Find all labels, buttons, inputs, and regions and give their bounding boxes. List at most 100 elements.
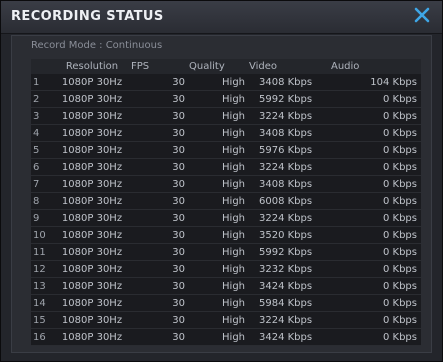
table-row: 2 1080P 30Hz 30 High 5992 Kbps 0 Kbps	[31, 90, 421, 108]
channel-number: 16	[31, 328, 53, 346]
video-bitrate-cell: 5976 Kbps	[249, 141, 331, 159]
channel-number: 4	[31, 124, 53, 142]
resolution-cell: 1080P 30Hz	[53, 294, 131, 312]
column-header-index	[31, 59, 53, 74]
close-icon[interactable]	[411, 4, 433, 26]
table-row: 6 1080P 30Hz 30 High 3224 Kbps 0 Kbps	[31, 158, 421, 176]
table-row: 3 1080P 30Hz 30 High 3224 Kbps 0 Kbps	[31, 107, 421, 125]
audio-bitrate-cell: 0 Kbps	[331, 277, 421, 295]
column-header-video: Video	[249, 59, 331, 74]
table-row: 7 1080P 30Hz 30 High 3408 Kbps 0 Kbps	[31, 175, 421, 193]
channel-number: 13	[31, 277, 53, 295]
quality-cell: High	[189, 260, 249, 278]
fps-cell: 30	[131, 124, 189, 142]
quality-cell: High	[189, 226, 249, 244]
video-bitrate-cell: 3408 Kbps	[249, 175, 331, 193]
fps-cell: 30	[131, 90, 189, 108]
fps-cell: 30	[131, 175, 189, 193]
video-bitrate-cell: 3224 Kbps	[249, 209, 331, 227]
quality-cell: High	[189, 209, 249, 227]
resolution-cell: 1080P 30Hz	[53, 124, 131, 142]
audio-bitrate-cell: 0 Kbps	[331, 311, 421, 329]
fps-cell: 30	[131, 192, 189, 210]
audio-bitrate-cell: 0 Kbps	[331, 209, 421, 227]
table-row: 12 1080P 30Hz 30 High 3232 Kbps 0 Kbps	[31, 260, 421, 278]
table-row: 13 1080P 30Hz 30 High 3424 Kbps 0 Kbps	[31, 277, 421, 295]
resolution-cell: 1080P 30Hz	[53, 209, 131, 227]
audio-bitrate-cell: 0 Kbps	[331, 260, 421, 278]
table-row: 11 1080P 30Hz 30 High 5992 Kbps 0 Kbps	[31, 243, 421, 261]
video-bitrate-cell: 3224 Kbps	[249, 311, 331, 329]
resolution-cell: 1080P 30Hz	[53, 175, 131, 193]
video-bitrate-cell: 5984 Kbps	[249, 294, 331, 312]
column-header-quality: Quality	[189, 59, 249, 74]
fps-cell: 30	[131, 107, 189, 125]
table-row: 1 1080P 30Hz 30 High 3408 Kbps 104 Kbps	[31, 74, 421, 91]
video-bitrate-cell: 3520 Kbps	[249, 226, 331, 244]
video-bitrate-cell: 3224 Kbps	[249, 107, 331, 125]
fps-cell: 30	[131, 74, 189, 91]
table-row: 14 1080P 30Hz 30 High 5984 Kbps 0 Kbps	[31, 294, 421, 312]
resolution-cell: 1080P 30Hz	[53, 141, 131, 159]
table-row: 5 1080P 30Hz 30 High 5976 Kbps 0 Kbps	[31, 141, 421, 159]
channel-number: 12	[31, 260, 53, 278]
fps-cell: 30	[131, 158, 189, 176]
quality-cell: High	[189, 107, 249, 125]
resolution-cell: 1080P 30Hz	[53, 158, 131, 176]
fps-cell: 30	[131, 260, 189, 278]
resolution-cell: 1080P 30Hz	[53, 260, 131, 278]
audio-bitrate-cell: 104 Kbps	[331, 74, 421, 91]
channel-number: 10	[31, 226, 53, 244]
channel-number: 6	[31, 158, 53, 176]
audio-bitrate-cell: 0 Kbps	[331, 175, 421, 193]
channel-number: 11	[31, 243, 53, 261]
record-mode-label: Record Mode : Continuous	[31, 40, 163, 51]
quality-cell: High	[189, 90, 249, 108]
fps-cell: 30	[131, 328, 189, 346]
column-header-resolution: Resolution	[53, 59, 131, 74]
quality-cell: High	[189, 141, 249, 159]
resolution-cell: 1080P 30Hz	[53, 107, 131, 125]
channel-number: 2	[31, 90, 53, 108]
resolution-cell: 1080P 30Hz	[53, 90, 131, 108]
resolution-cell: 1080P 30Hz	[53, 226, 131, 244]
video-bitrate-cell: 3224 Kbps	[249, 158, 331, 176]
fps-cell: 30	[131, 277, 189, 295]
channel-number: 3	[31, 107, 53, 125]
resolution-cell: 1080P 30Hz	[53, 192, 131, 210]
audio-bitrate-cell: 0 Kbps	[331, 107, 421, 125]
video-bitrate-cell: 3424 Kbps	[249, 328, 331, 346]
resolution-cell: 1080P 30Hz	[53, 328, 131, 346]
channel-number: 14	[31, 294, 53, 312]
video-bitrate-cell: 3424 Kbps	[249, 277, 331, 295]
quality-cell: High	[189, 158, 249, 176]
audio-bitrate-cell: 0 Kbps	[331, 192, 421, 210]
window-title: RECORDING STATUS	[11, 9, 164, 24]
audio-bitrate-cell: 0 Kbps	[331, 328, 421, 346]
audio-bitrate-cell: 0 Kbps	[331, 141, 421, 159]
table-row: 4 1080P 30Hz 30 High 3408 Kbps 0 Kbps	[31, 124, 421, 142]
fps-cell: 30	[131, 243, 189, 261]
audio-bitrate-cell: 0 Kbps	[331, 294, 421, 312]
column-header-fps: FPS	[131, 59, 189, 74]
channel-number: 5	[31, 141, 53, 159]
table-row: 15 1080P 30Hz 30 High 3224 Kbps 0 Kbps	[31, 311, 421, 329]
fps-cell: 30	[131, 311, 189, 329]
audio-bitrate-cell: 0 Kbps	[331, 90, 421, 108]
table-row: 16 1080P 30Hz 30 High 3424 Kbps 0 Kbps	[31, 328, 421, 346]
channel-number: 1	[31, 74, 53, 91]
recording-status-dialog: RECORDING STATUS Record Mode : Continuou…	[0, 0, 443, 362]
table-row: 9 1080P 30Hz 30 High 3224 Kbps 0 Kbps	[31, 209, 421, 227]
video-bitrate-cell: 6008 Kbps	[249, 192, 331, 210]
table-row: 8 1080P 30Hz 30 High 6008 Kbps 0 Kbps	[31, 192, 421, 210]
resolution-cell: 1080P 30Hz	[53, 311, 131, 329]
resolution-cell: 1080P 30Hz	[53, 277, 131, 295]
table-header-row: Resolution FPS Quality Video Audio	[31, 59, 421, 74]
recording-table: Resolution FPS Quality Video Audio 1 1080…	[31, 59, 421, 346]
quality-cell: High	[189, 243, 249, 261]
title-bar: RECORDING STATUS	[1, 1, 442, 34]
audio-bitrate-cell: 0 Kbps	[331, 243, 421, 261]
audio-bitrate-cell: 0 Kbps	[331, 158, 421, 176]
video-bitrate-cell: 5992 Kbps	[249, 243, 331, 261]
fps-cell: 30	[131, 209, 189, 227]
